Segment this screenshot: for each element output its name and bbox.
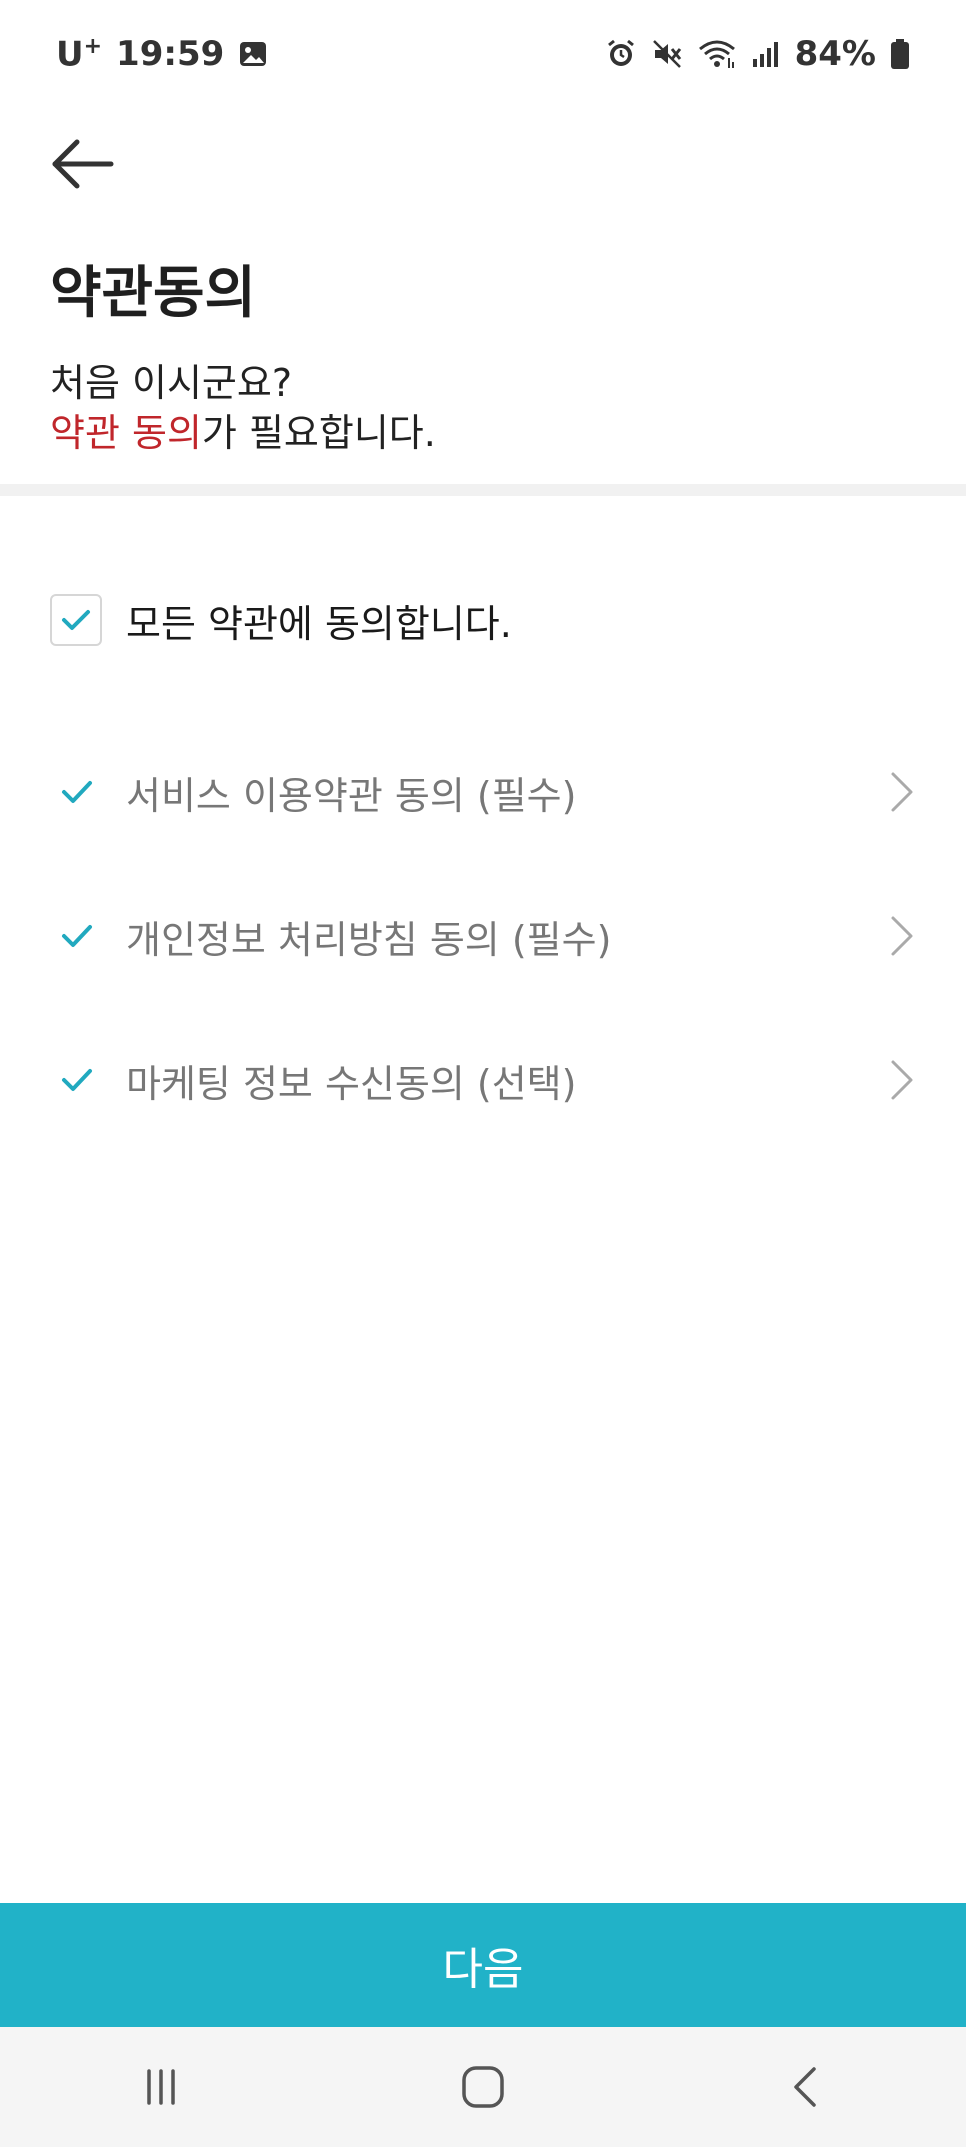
back-button[interactable]	[48, 134, 118, 198]
checkmark-icon[interactable]	[60, 1063, 94, 1097]
term-item-service[interactable]: 서비스 이용약관 동의 (필수)	[0, 720, 966, 864]
term-label: 개인정보 처리방침 동의 (필수)	[126, 917, 612, 962]
home-button[interactable]	[423, 2042, 543, 2132]
checkmark-icon	[62, 610, 90, 630]
battery-percent: 84%	[794, 34, 876, 74]
wifi-icon	[697, 38, 737, 70]
term-item-privacy[interactable]: 개인정보 처리방침 동의 (필수)	[0, 864, 966, 1008]
system-nav-bar	[0, 2027, 966, 2147]
intro-text: 처음 이시군요? 약관 동의가 필요합니다.	[50, 358, 436, 458]
intro-line2: 약관 동의가 필요합니다.	[50, 408, 436, 458]
mute-icon	[651, 38, 683, 70]
section-divider	[0, 484, 966, 496]
page-title: 약관동의	[50, 261, 257, 326]
home-icon	[462, 2066, 504, 2108]
agree-all-row[interactable]: 모든 약관에 동의합니다.	[50, 592, 512, 648]
intro-accent: 약관 동의	[50, 411, 202, 455]
alarm-icon	[605, 38, 637, 70]
nav-back-icon	[794, 2067, 816, 2107]
term-label: 서비스 이용약관 동의 (필수)	[126, 773, 577, 818]
signal-icon	[751, 39, 781, 69]
carrier-label: U+	[56, 33, 103, 75]
chevron-right-icon[interactable]	[888, 914, 916, 958]
status-time: 19:59	[116, 33, 225, 74]
status-right: 84%	[605, 34, 910, 74]
battery-icon	[890, 38, 910, 70]
term-label: 마케팅 정보 수신동의 (선택)	[126, 1061, 577, 1106]
status-left: U+ 19:59	[56, 34, 268, 74]
recent-apps-icon	[147, 2069, 175, 2105]
term-item-marketing[interactable]: 마케팅 정보 수신동의 (선택)	[0, 1008, 966, 1152]
nav-back-button[interactable]	[745, 2042, 865, 2132]
recent-apps-button[interactable]	[101, 2042, 221, 2132]
intro-rest: 가 필요합니다.	[201, 411, 436, 455]
arrow-left-icon	[51, 138, 115, 194]
chevron-right-icon[interactable]	[888, 1058, 916, 1102]
checkmark-icon[interactable]	[60, 775, 94, 809]
gallery-notification-icon	[238, 39, 268, 69]
chevron-right-icon[interactable]	[888, 770, 916, 814]
status-bar: U+ 19:59 84%	[0, 0, 966, 108]
agree-all-label: 모든 약관에 동의합니다.	[126, 601, 512, 646]
terms-list: 서비스 이용약관 동의 (필수) 개인정보 처리방침 동의 (필수) 마케팅 정…	[0, 720, 966, 1152]
agree-all-checkbox[interactable]	[50, 594, 102, 646]
checkmark-icon[interactable]	[60, 919, 94, 953]
intro-line1: 처음 이시군요?	[50, 361, 293, 405]
next-button[interactable]: 다음	[0, 1903, 966, 2027]
